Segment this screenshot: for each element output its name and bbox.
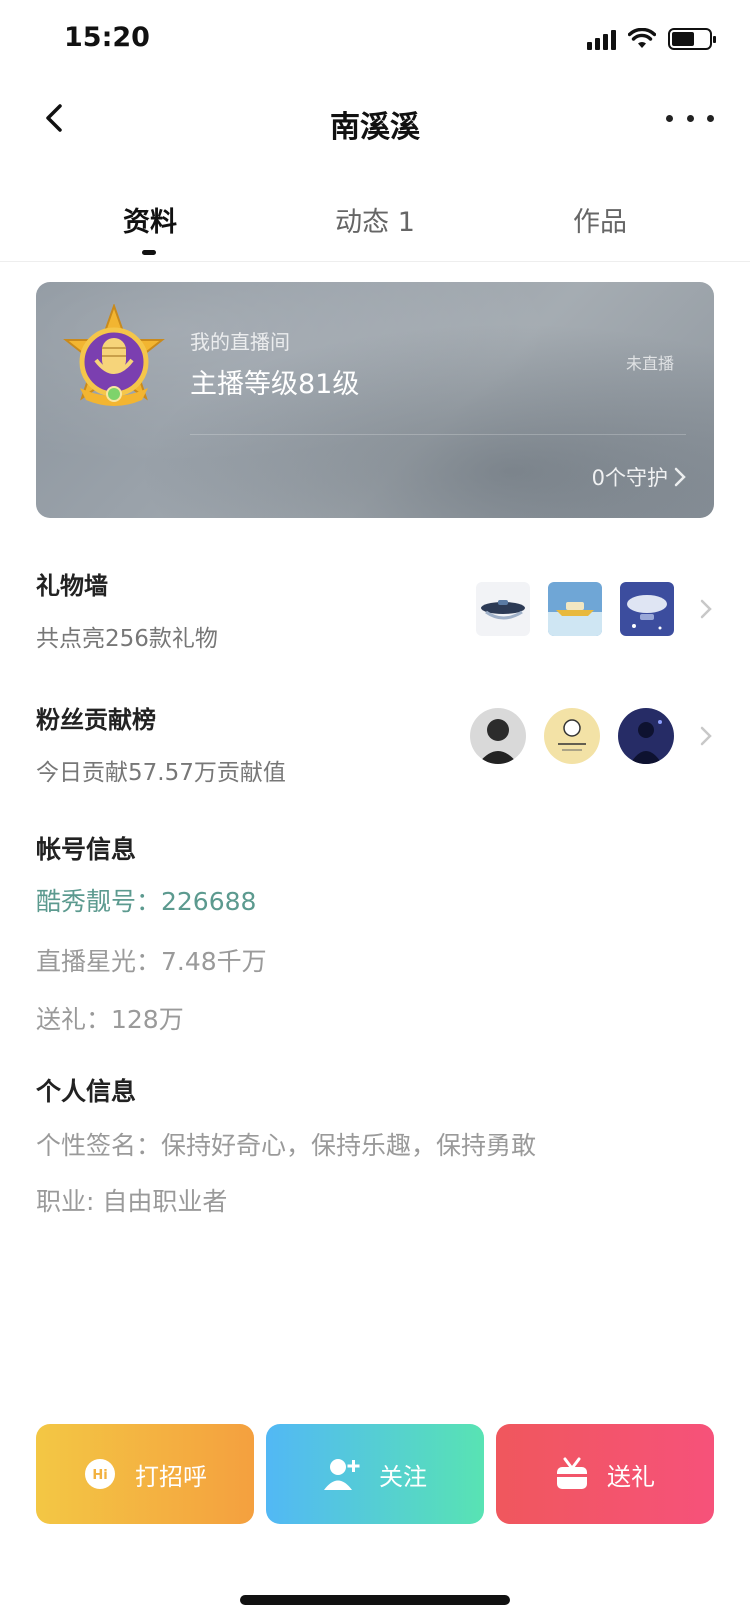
tab-profile[interactable]: 资料: [50, 200, 250, 239]
status-time: 15:20: [64, 22, 150, 53]
anchor-level-badge-icon: [63, 304, 165, 406]
cellular-signal-icon: [587, 28, 616, 50]
battery-icon: [668, 28, 716, 50]
chevron-right-icon: [700, 726, 712, 746]
fan-avatar: [470, 708, 526, 764]
hi-bubble-icon: Hi: [85, 1459, 115, 1489]
tab-indicator: [142, 250, 156, 255]
live-room-card[interactable]: 我的直播间 主播等级81级 未直播 0个守护: [36, 282, 714, 518]
add-user-icon: [324, 1459, 360, 1490]
nav-bar: 南溪溪: [0, 84, 750, 156]
fan-avatars: [470, 708, 714, 764]
premium-id-line[interactable]: 酷秀靓号：226688: [36, 882, 256, 918]
more-dot: [686, 114, 694, 122]
live-status-text: 未直播: [625, 354, 674, 373]
more-dot: [666, 114, 673, 122]
fan-avatar: [618, 708, 674, 764]
fan-ranking-row[interactable]: 粉丝贡献榜 今日贡献57.57万贡献值: [36, 700, 714, 787]
follow-button[interactable]: 关注: [266, 1424, 484, 1524]
status-icons: [587, 28, 716, 50]
page-title: 南溪溪: [330, 110, 420, 145]
wifi-icon: [628, 28, 656, 48]
account-info-title: 帐号信息: [36, 835, 137, 864]
tab-moments[interactable]: 动态 1: [275, 200, 475, 239]
gift-thumbnail-plane-icon: [476, 582, 530, 636]
follow-label: 关注: [379, 1462, 427, 1491]
chevron-right-icon: [674, 467, 686, 487]
signature-line: 个性签名：保持好奇心，保持乐趣，保持勇敢: [36, 1131, 537, 1160]
greet-label: 打招呼: [135, 1462, 207, 1491]
gift-thumbnail-airship-icon: [620, 582, 674, 636]
occupation-line: 职业: 自由职业者: [36, 1187, 228, 1216]
chevron-right-icon: [700, 599, 712, 619]
more-button[interactable]: [666, 98, 714, 138]
gift-sent-line: 送礼：128万: [36, 1005, 184, 1034]
gift-wall-row[interactable]: 礼物墙 共点亮256款礼物: [36, 566, 714, 653]
guard-link[interactable]: 0个守护: [592, 462, 686, 492]
live-room-label: 我的直播间: [190, 330, 290, 354]
greet-button[interactable]: Hi 打招呼: [36, 1424, 254, 1524]
live-stars-line: 直播星光：7.48千万: [36, 947, 267, 976]
guard-count-text: 0个守护: [591, 466, 668, 490]
profile-tabs: 资料 动态 1 作品: [0, 190, 750, 262]
gift-thumbnails: [476, 582, 714, 636]
gift-icon: [557, 1457, 587, 1489]
gift-label: 送礼: [607, 1462, 655, 1491]
gift-thumbnail-yacht-icon: [548, 582, 602, 636]
tab-works[interactable]: 作品: [500, 200, 700, 239]
divider: [190, 434, 686, 435]
gift-button[interactable]: 送礼: [496, 1424, 714, 1524]
more-dot: [707, 114, 714, 122]
anchor-level-text: 主播等级81级: [190, 369, 360, 400]
fan-avatar: [544, 708, 600, 764]
personal-info-title: 个人信息: [36, 1077, 137, 1106]
home-indicator: [240, 1595, 510, 1605]
status-bar: 15:20: [0, 0, 750, 84]
svg-text:Hi: Hi: [92, 1468, 107, 1483]
